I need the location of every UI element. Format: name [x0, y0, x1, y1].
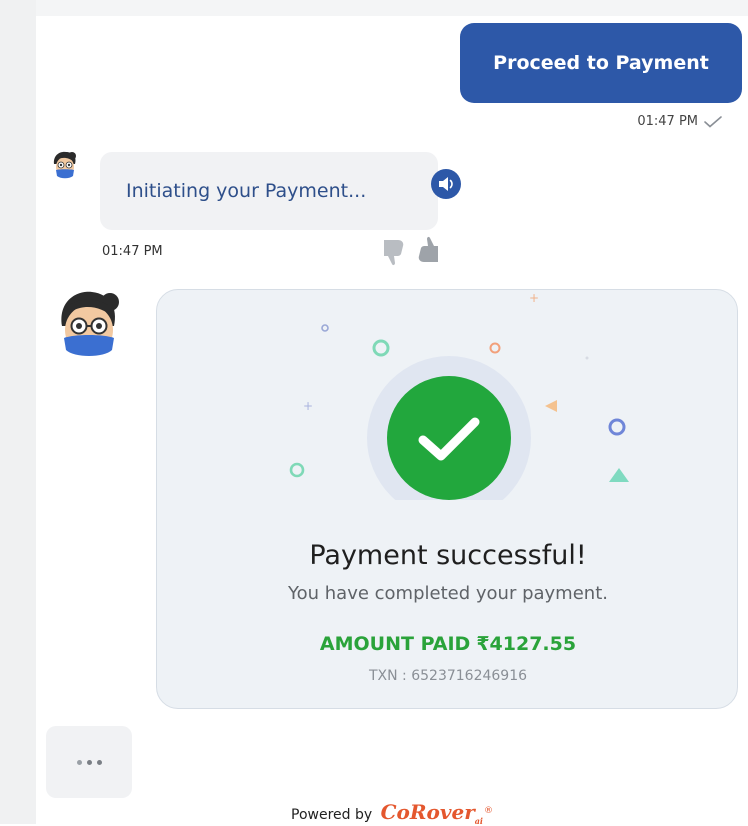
svg-text:+: +	[303, 399, 313, 413]
typing-dots-icon	[46, 726, 132, 798]
svg-text:+: +	[529, 291, 539, 305]
payment-success-card: + + Payment successful! You have complet…	[156, 289, 738, 709]
user-message-text: Proceed to Payment	[493, 52, 709, 74]
left-margin	[0, 0, 36, 824]
chat-window: Proceed to Payment 01:47 PM Initiating y…	[36, 16, 748, 826]
single-check-icon	[704, 115, 722, 128]
thumbs-up-icon[interactable]	[418, 236, 438, 262]
speaker-icon[interactable]	[430, 168, 462, 200]
user-message-meta: 01:47 PM	[637, 114, 722, 129]
amount-value: ₹4127.55	[476, 633, 577, 655]
top-margin	[36, 0, 748, 16]
bot-message-bubble: Initiating your Payment...	[100, 152, 438, 230]
transaction-id: TXN : 6523716246916	[368, 668, 528, 684]
bot-avatar-small	[53, 151, 76, 179]
payment-subtitle: You have completed your payment.	[288, 583, 608, 604]
bot-avatar-large	[61, 291, 119, 356]
payment-title: Payment successful!	[309, 540, 587, 571]
thumbs-down-icon[interactable]	[384, 240, 404, 266]
powered-by-label: Powered by	[291, 807, 373, 823]
success-illustration: + +	[289, 291, 629, 500]
registered-mark: ®	[483, 806, 493, 817]
proceed-to-payment-message[interactable]: Proceed to Payment	[460, 23, 742, 103]
feedback-controls	[380, 234, 442, 268]
bot-message-time: 01:47 PM	[102, 244, 163, 259]
amount-label: AMOUNT PAID	[319, 633, 471, 655]
amount-paid: AMOUNT PAID ₹4127.55	[157, 633, 739, 655]
bot-message-text: Initiating your Payment...	[126, 180, 367, 202]
user-message-time: 01:47 PM	[637, 114, 698, 129]
powered-by-footer: Powered by CoRoverai®	[36, 800, 748, 826]
corover-logo[interactable]: CoRoverai	[381, 800, 483, 826]
